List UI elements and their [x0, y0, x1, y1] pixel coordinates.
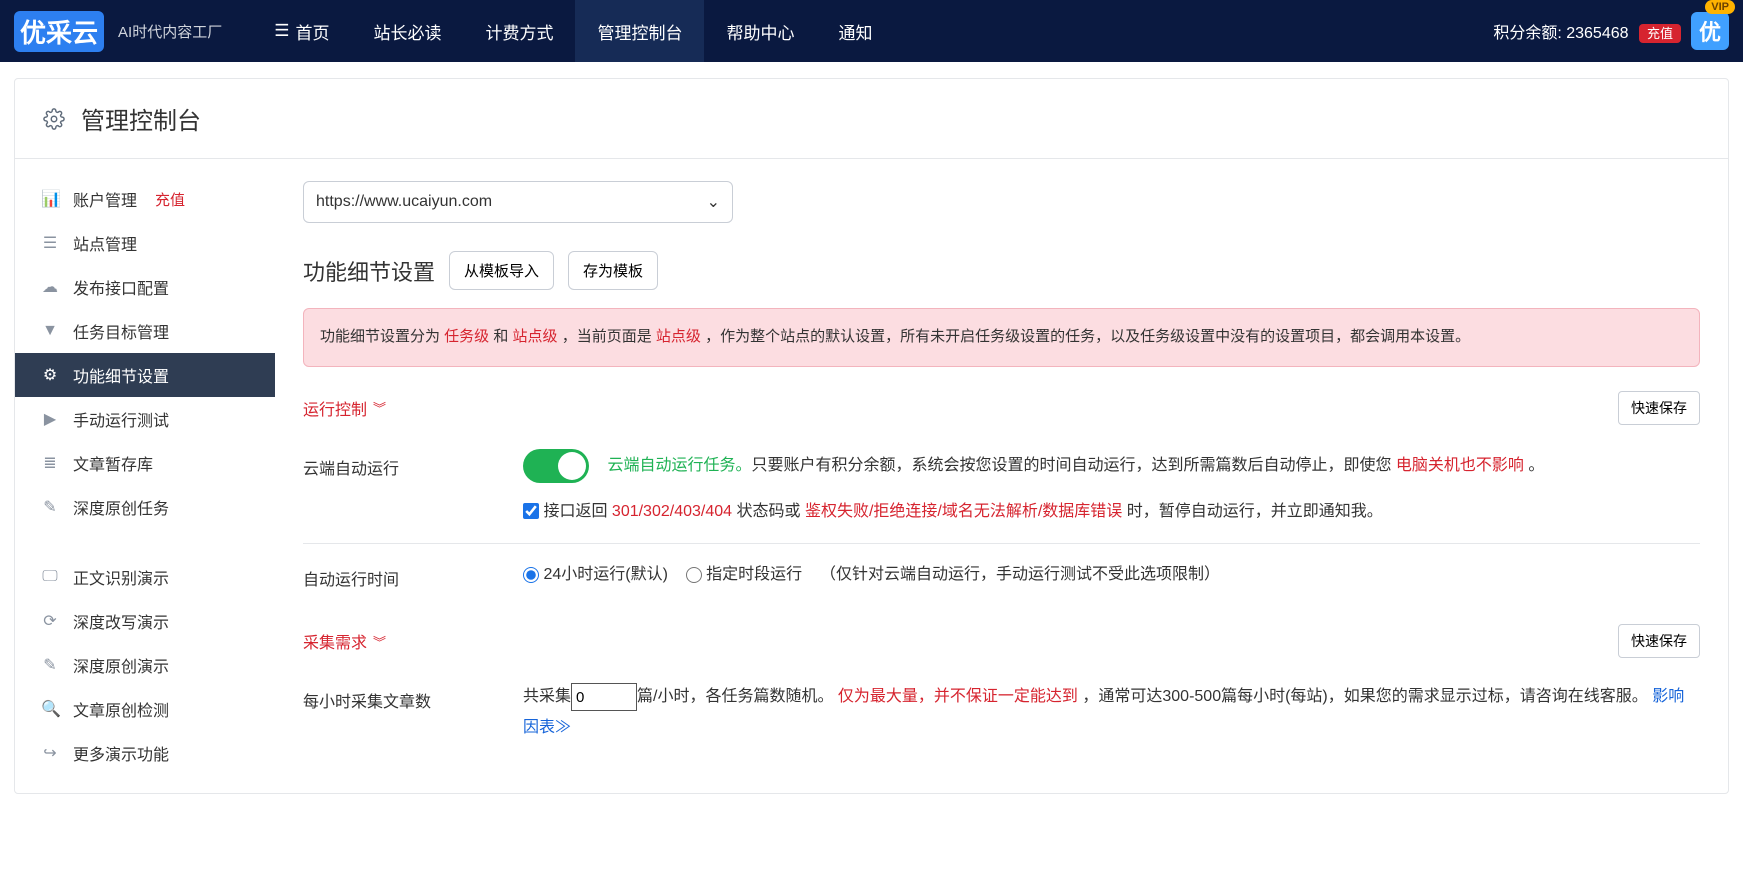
import-template-button[interactable]: 从模板导入 — [449, 251, 554, 290]
cloud-upload-icon: ☁ — [41, 277, 59, 297]
nav-items: ☰首页 站长必读 计费方式 管理控制台 帮助中心 通知 — [252, 0, 894, 62]
list-icon: ☰ — [41, 233, 59, 253]
sidebar-item-publish[interactable]: ☁发布接口配置 — [15, 265, 275, 309]
sidebar-demo-check[interactable]: 🔍文章原创检测 — [15, 687, 275, 731]
sidebar-demo-body-detect[interactable]: 🖵正文识别演示 — [15, 555, 275, 599]
sidebar-item-sites[interactable]: ☰站点管理 — [15, 221, 275, 265]
logo-badge: 优采云 — [14, 11, 104, 52]
recharge-button[interactable]: 充值 — [1639, 24, 1681, 43]
sidebar-item-deep-original[interactable]: ✎深度原创任务 — [15, 485, 275, 529]
max-note: 仅为最大量，并不保证一定能达到 — [833, 688, 1082, 705]
shutdown-note: 电脑关机也不影响 — [1391, 457, 1528, 474]
main-content: https://www.ucaiyun.com ⌄ 功能细节设置 从模板导入 存… — [275, 159, 1728, 793]
nav-mustread[interactable]: 站长必读 — [351, 0, 463, 62]
section-title: 功能细节设置 — [303, 255, 435, 287]
edit-icon: ✎ — [41, 655, 59, 675]
points-value: 2365468 — [1566, 25, 1628, 42]
auto-run-highlight: 云端自动运行任务。 — [607, 457, 751, 474]
cloud-auto-run-label: 云端自动运行 — [303, 449, 523, 479]
pause-on-error-checkbox[interactable] — [523, 503, 539, 519]
cogs-icon: ⚙ — [41, 365, 59, 385]
time-range-radio[interactable] — [686, 567, 702, 583]
hourly-articles-label: 每小时采集文章数 — [303, 682, 523, 712]
play-icon: ▶ — [41, 409, 59, 429]
sidebar-item-account[interactable]: 📊账户管理充值 — [15, 177, 275, 221]
chevron-down-icon: ⌄ — [707, 192, 720, 212]
error-codes: 301/302/403/404 — [607, 503, 736, 520]
vip-avatar[interactable]: VIP 优 — [1691, 12, 1729, 50]
current-level-text: 站点级 — [656, 328, 701, 345]
logo-subtitle: AI时代内容工厂 — [118, 21, 222, 42]
nav-billing[interactable]: 计费方式 — [463, 0, 575, 62]
page-header: 管理控制台 — [15, 79, 1728, 159]
edit-icon: ✎ — [41, 497, 59, 517]
recharge-badge: 充值 — [155, 189, 185, 210]
sidebar-item-target[interactable]: ▼任务目标管理 — [15, 309, 275, 353]
hourly-articles-input[interactable] — [571, 683, 637, 711]
time-24h-option[interactable]: 24小时运行(默认) — [523, 566, 668, 583]
vip-badge: VIP — [1705, 0, 1735, 14]
nav-home[interactable]: ☰首页 — [252, 0, 351, 62]
group-run-control-toggle[interactable]: 运行控制︾ — [303, 396, 386, 420]
auto-run-time-label: 自动运行时间 — [303, 560, 523, 590]
nav-console[interactable]: 管理控制台 — [575, 0, 704, 62]
save-template-button[interactable]: 存为模板 — [568, 251, 658, 290]
quick-save-need-button[interactable]: 快速保存 — [1618, 624, 1700, 658]
sidebar-item-stash[interactable]: ≣文章暂存库 — [15, 441, 275, 485]
search-icon: 🔍 — [41, 699, 59, 719]
sidebar-demo-original[interactable]: ✎深度原创演示 — [15, 643, 275, 687]
sidebar-item-manual-test[interactable]: ▶手动运行测试 — [15, 397, 275, 441]
top-nav: 优采云 AI时代内容工厂 ☰首页 站长必读 计费方式 管理控制台 帮助中心 通知… — [0, 0, 1743, 62]
site-select[interactable]: https://www.ucaiyun.com ⌄ — [303, 181, 733, 223]
site-select-value: https://www.ucaiyun.com — [316, 193, 492, 211]
bar-chart-icon: 📊 — [41, 189, 59, 209]
chevron-down-icon: ︾ — [373, 398, 386, 417]
logo[interactable]: 优采云 AI时代内容工厂 — [14, 11, 222, 52]
cloud-auto-run-switch[interactable] — [523, 449, 589, 483]
avatar-icon: 优 — [1691, 12, 1729, 50]
sidebar-item-detail-settings[interactable]: ⚙功能细节设置 — [15, 353, 275, 397]
sidebar-demo-more[interactable]: ↪更多演示功能 — [15, 731, 275, 775]
database-icon: ≣ — [41, 453, 59, 473]
gear-icon — [41, 106, 67, 132]
info-alert: 功能细节设置分为 任务级 和 站点级 ，当前页面是 站点级 ，作为整个站点的默认… — [303, 308, 1700, 367]
filter-icon: ▼ — [41, 322, 59, 340]
sidebar: 📊账户管理充值 ☰站点管理 ☁发布接口配置 ▼任务目标管理 ⚙功能细节设置 ▶手… — [15, 159, 275, 793]
sidebar-demo-rewrite[interactable]: ⟳深度改写演示 — [15, 599, 275, 643]
time-hint: （仅针对云端自动运行，手动运行测试不受此选项限制） — [820, 566, 1220, 583]
share-icon: ↪ — [41, 743, 59, 763]
nav-help[interactable]: 帮助中心 — [704, 0, 816, 62]
monitor-icon: 🖵 — [41, 568, 59, 586]
refresh-icon: ⟳ — [41, 611, 59, 631]
time-24h-radio[interactable] — [523, 567, 539, 583]
group-collection-need-toggle[interactable]: 采集需求︾ — [303, 629, 386, 653]
quick-save-run-button[interactable]: 快速保存 — [1618, 391, 1700, 425]
time-range-option[interactable]: 指定时段运行 — [686, 566, 802, 583]
level-task-text: 任务级 — [444, 328, 489, 345]
error-types: 鉴权失败/拒绝连接/域名无法解析/数据库错误 — [801, 503, 1127, 520]
chevron-down-icon: ︾ — [373, 632, 386, 651]
level-site-text: 站点级 — [513, 328, 558, 345]
page-title: 管理控制台 — [81, 101, 201, 136]
nav-notice[interactable]: 通知 — [816, 0, 894, 62]
menu-icon: ☰ — [274, 21, 289, 41]
points-balance: 积分余额: 2365468 充值 — [1493, 19, 1681, 43]
